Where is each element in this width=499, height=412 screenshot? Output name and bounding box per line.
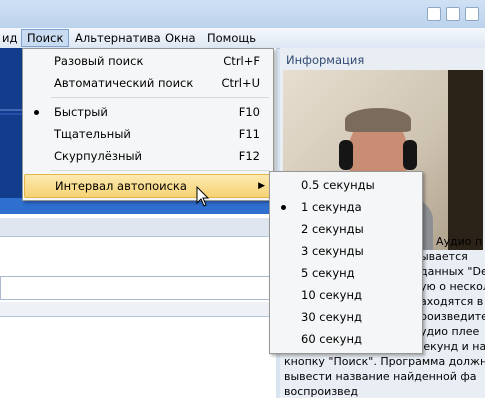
menu-windows[interactable]: Окна [160, 30, 201, 46]
menu-search[interactable]: Поиск [21, 29, 70, 47]
torn-edge-right [485, 0, 499, 412]
menu-item-shortcut: Ctrl+U [221, 76, 260, 90]
submenu-item-30s[interactable]: 30 секунд [271, 306, 421, 328]
menu-bar: ид Поиск Альтернатива Окна Помощь [0, 28, 488, 49]
torn-edge-bottom [0, 398, 499, 412]
result-field[interactable] [0, 276, 278, 300]
menu-view[interactable]: ид [0, 30, 22, 46]
spectrum-view [0, 48, 22, 198]
menu-item-shortcut: F11 [238, 127, 260, 141]
menu-item-thorough[interactable]: Тщательный F11 [24, 123, 272, 145]
info-title: Информация [286, 53, 365, 67]
menu-item-fast[interactable]: Быстрый F10 [24, 101, 272, 123]
menu-help[interactable]: Помощь [202, 30, 261, 46]
submenu-item-label: 3 секунды [301, 244, 364, 258]
menu-alternative[interactable]: Альтернатива [70, 30, 166, 46]
submenu-item-label: 60 секунд [301, 332, 362, 346]
submenu-item-60s[interactable]: 60 секунд [271, 328, 421, 350]
radio-bullet-icon [34, 110, 39, 115]
mouse-pointer-icon [196, 186, 210, 207]
menu-item-auto-search[interactable]: Автоматический поиск Ctrl+U [24, 72, 272, 94]
info-line: воспроизвед [284, 385, 359, 398]
submenu-arrow-icon: ▶ [258, 181, 265, 191]
menu-item-label: Тщательный [54, 127, 131, 141]
menu-item-shortcut: F10 [238, 105, 260, 119]
maximize-icon[interactable] [446, 7, 460, 21]
radio-bullet-icon [281, 205, 286, 210]
menu-separator [51, 97, 269, 98]
title-bar [0, 0, 488, 28]
submenu-item-10s[interactable]: 10 секунд [271, 284, 421, 306]
search-menu: Разовый поиск Ctrl+F Автоматический поис… [22, 48, 274, 201]
menu-item-shortcut: Ctrl+F [223, 54, 260, 68]
menu-item-label: Скурпулёзный [54, 149, 143, 163]
menu-item-single-search[interactable]: Разовый поиск Ctrl+F [24, 50, 272, 72]
menu-item-meticulous[interactable]: Скурпулёзный F12 [24, 145, 272, 167]
submenu-item-label: 5 секунд [301, 266, 355, 280]
spectrum-lines [0, 109, 22, 115]
menu-item-shortcut: F12 [238, 149, 260, 163]
submenu-item-label: 2 секунды [301, 222, 364, 236]
info-line: кнопку "Поиск". Программа должна [284, 355, 488, 368]
submenu-item-label: 1 секунда [301, 200, 362, 214]
menu-item-label: Автоматический поиск [54, 76, 194, 90]
menu-item-label: Быстрый [54, 105, 108, 119]
submenu-item-1s[interactable]: 1 секунда [271, 196, 421, 218]
menu-separator [51, 170, 269, 171]
minimize-icon[interactable] [427, 7, 441, 21]
submenu-item-3s[interactable]: 3 секунды [271, 240, 421, 262]
close-icon[interactable] [465, 7, 479, 21]
interval-submenu: 0.5 секунды 1 секунда 2 секунды 3 секунд… [269, 171, 423, 354]
submenu-item-2s[interactable]: 2 секунды [271, 218, 421, 240]
submenu-item-label: 10 секунд [301, 288, 362, 302]
info-line: вывести название найденной фа [284, 370, 477, 383]
submenu-item-label: 0.5 секунды [301, 178, 375, 192]
submenu-item-label: 30 секунд [301, 310, 362, 324]
menu-item-label: Интервал автопоиска [55, 179, 187, 193]
menu-item-autosearch-interval[interactable]: Интервал автопоиска ▶ [24, 174, 272, 198]
menu-item-label: Разовый поиск [54, 54, 144, 68]
submenu-item-5s[interactable]: 5 секунд [271, 262, 421, 284]
toolbar-strip [0, 218, 276, 237]
submenu-item-0-5s[interactable]: 0.5 секунды [271, 174, 421, 196]
status-strip [0, 302, 276, 317]
